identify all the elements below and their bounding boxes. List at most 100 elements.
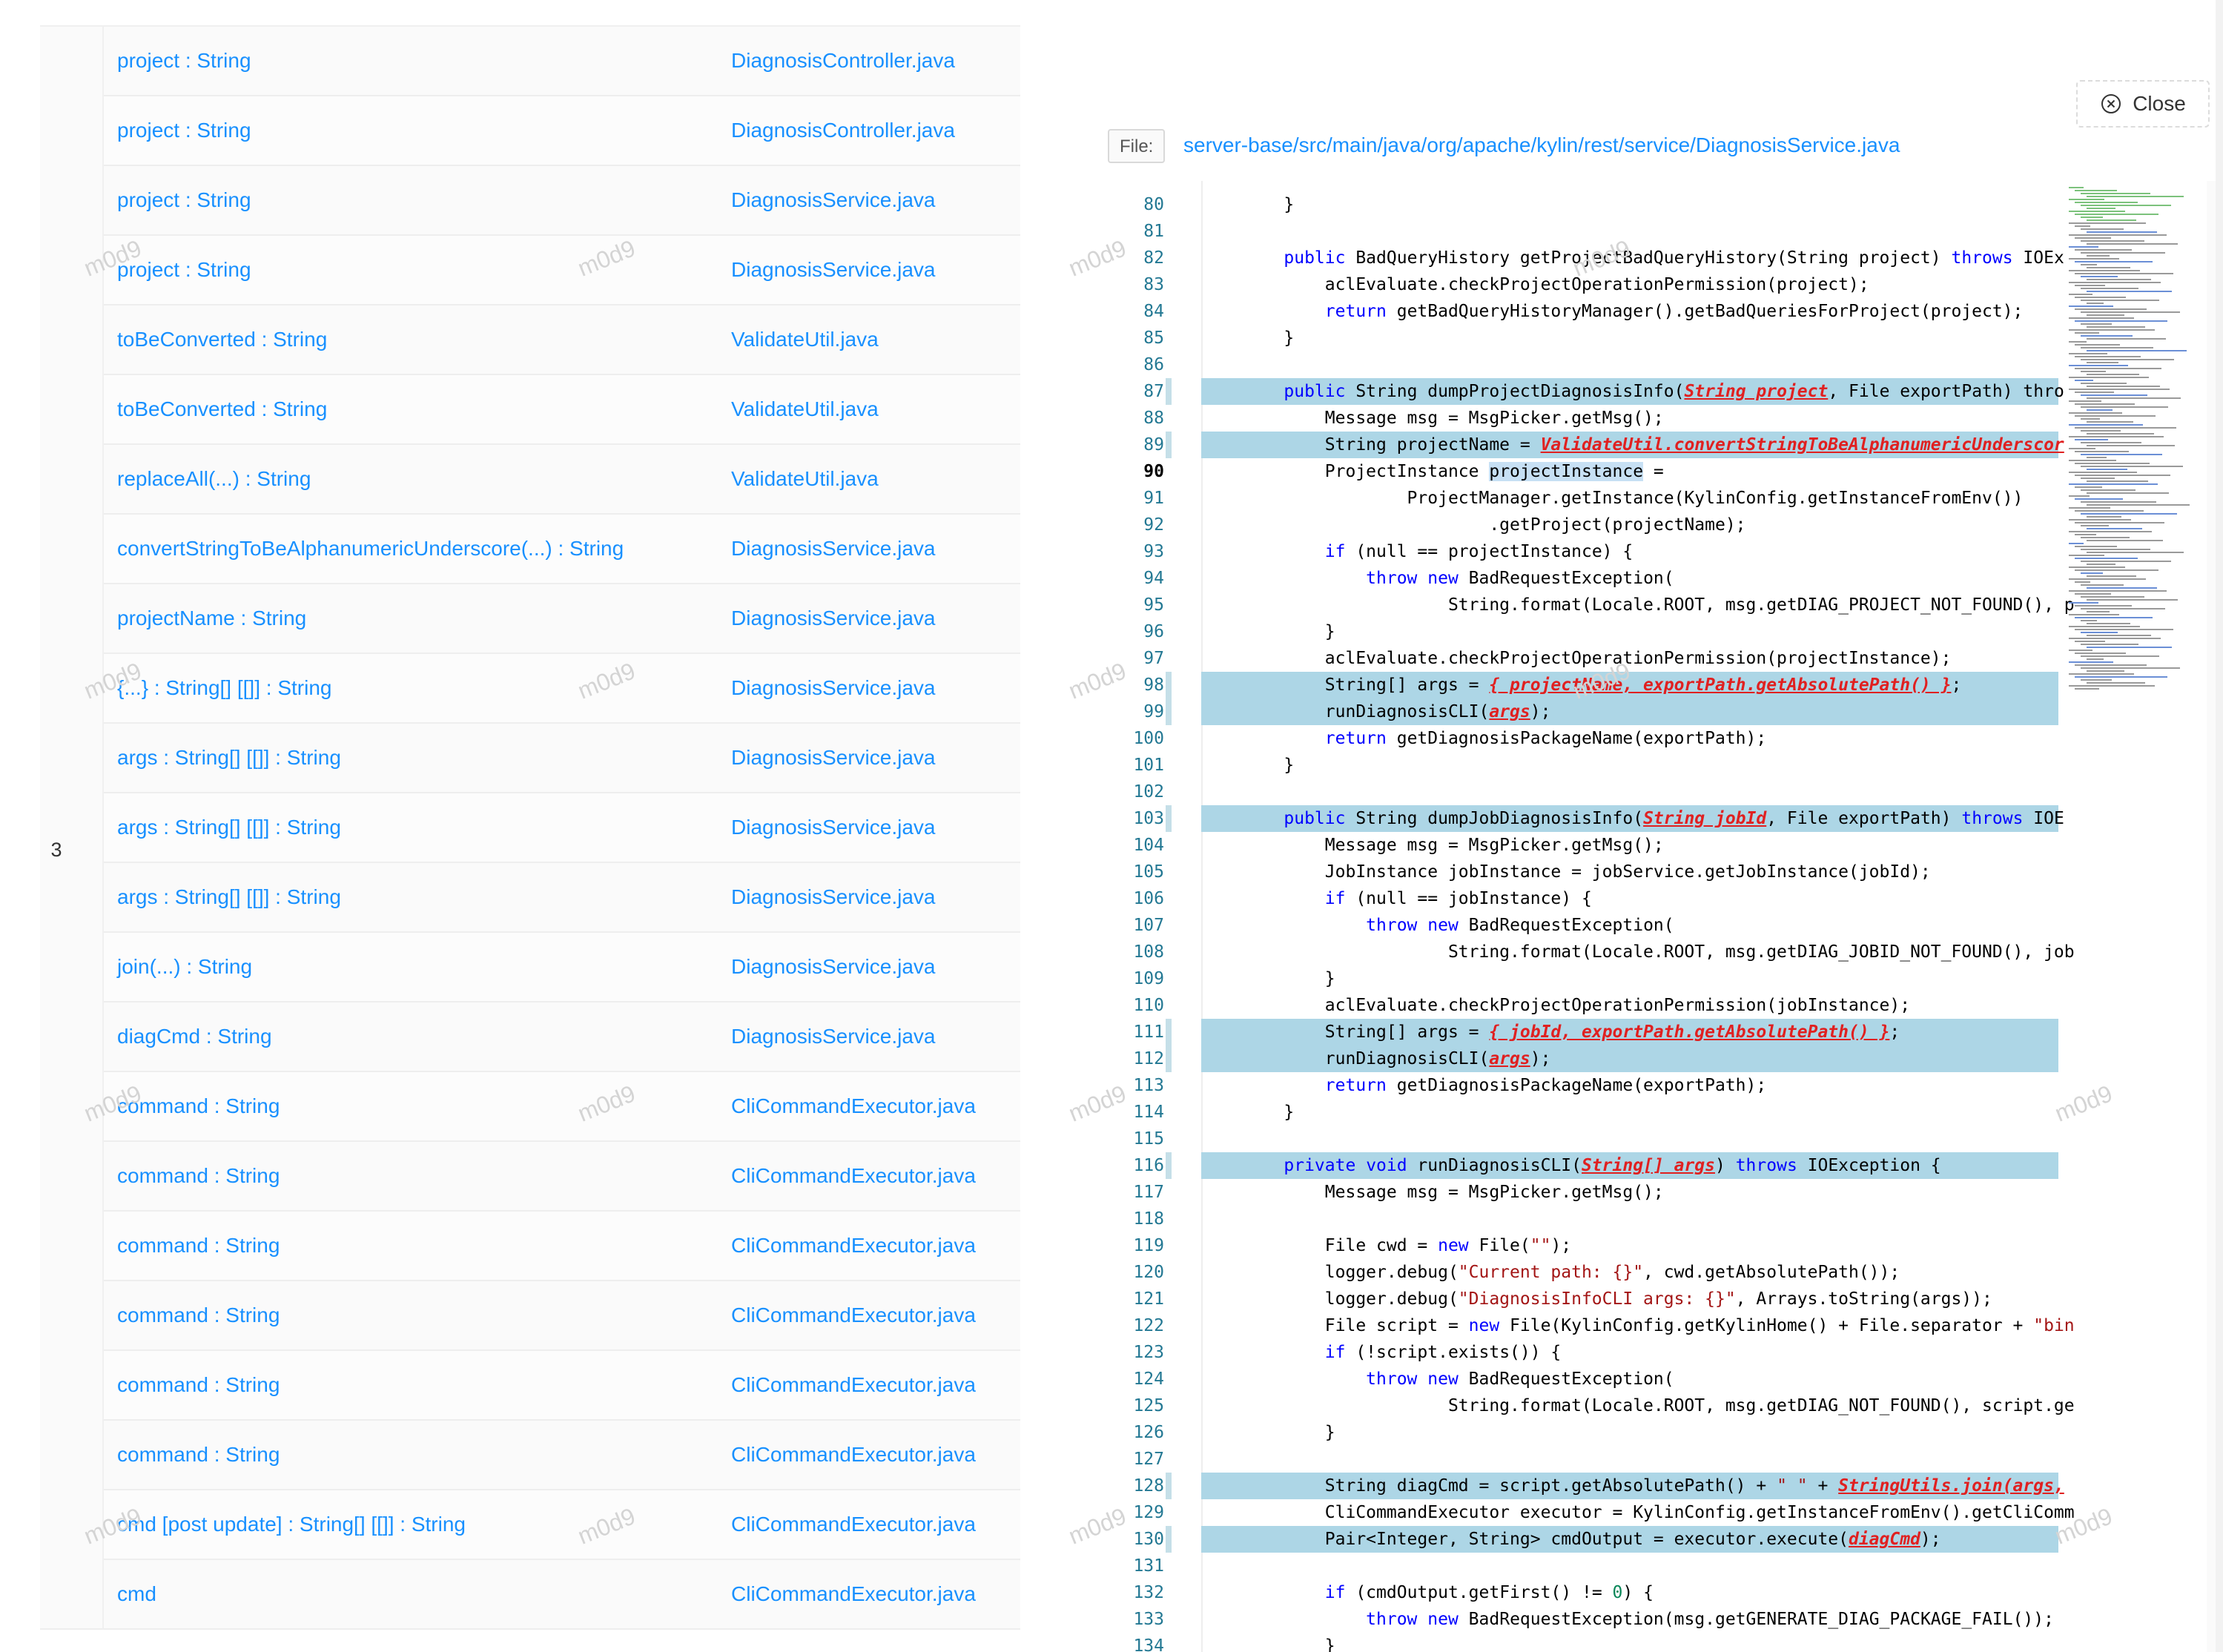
minimap-line xyxy=(2069,317,2134,319)
minimap-line xyxy=(2081,466,2183,467)
path-step-file-link[interactable]: CliCommandExecutor.java xyxy=(731,1351,976,1419)
path-step-variable-link[interactable]: project : String xyxy=(117,166,251,234)
path-step-variable-link[interactable]: project : String xyxy=(117,236,251,304)
minimap-line xyxy=(2081,288,2138,289)
code-text: Message msg = MsgPicker.getMsg(); xyxy=(1243,409,1664,428)
code-text: logger.debug("DiagnosisInfoCLI args: {}"… xyxy=(1243,1289,1992,1309)
path-step-file-link[interactable]: DiagnosisService.java xyxy=(731,654,935,722)
table-row: diagCmd : String DiagnosisService.java xyxy=(104,1002,1020,1072)
path-step-file-link[interactable]: ValidateUtil.java xyxy=(731,445,879,513)
editor-scrollbar[interactable] xyxy=(2207,181,2216,1652)
path-step-variable-link[interactable]: command : String xyxy=(117,1281,280,1349)
path-step-file-link[interactable]: DiagnosisService.java xyxy=(731,515,935,583)
minimap-line xyxy=(2081,679,2112,681)
code-line: 83 aclEvaluate.checkProjectOperationPerm… xyxy=(1108,271,2058,298)
minimap-line xyxy=(2069,305,2113,307)
minimap-line xyxy=(2087,219,2136,221)
path-step-variable-link[interactable]: args : String[] [[]] : String xyxy=(117,724,341,792)
path-step-file-link[interactable]: DiagnosisService.java xyxy=(731,724,935,792)
minimap-line xyxy=(2081,513,2177,515)
code-line: 115 xyxy=(1108,1126,2058,1152)
path-step-variable-link[interactable]: cmd xyxy=(117,1560,156,1628)
path-step-variable-link[interactable]: command : String xyxy=(117,1212,280,1280)
minimap-line xyxy=(2081,193,2150,194)
path-step-file-link[interactable]: CliCommandExecutor.java xyxy=(731,1212,976,1280)
path-step-file-link[interactable]: DiagnosisService.java xyxy=(731,236,935,304)
minimap-line xyxy=(2075,380,2093,381)
code-text: } xyxy=(1243,969,1335,988)
path-step-file-link[interactable]: CliCommandExecutor.java xyxy=(731,1560,976,1628)
path-step-file-link[interactable]: DiagnosisController.java xyxy=(731,96,955,165)
minimap-line xyxy=(2069,531,2152,532)
path-step-variable-link[interactable]: toBeConverted : String xyxy=(117,305,327,374)
minimap-line xyxy=(2081,276,2118,277)
path-step-variable-link[interactable]: replaceAll(...) : String xyxy=(117,445,311,513)
code-line: 123 if (!script.exists()) { xyxy=(1108,1339,2058,1366)
dataflow-line-marker xyxy=(1166,1045,1172,1072)
minimap-line xyxy=(2087,611,2110,612)
path-step-file-link[interactable]: DiagnosisService.java xyxy=(731,863,935,931)
line-number: 93 xyxy=(1143,542,1164,561)
path-step-variable-link[interactable]: diagCmd : String xyxy=(117,1002,272,1071)
line-number: 84 xyxy=(1143,302,1164,321)
line-number: 95 xyxy=(1143,595,1164,615)
minimap-line xyxy=(2087,575,2136,577)
path-step-variable-link[interactable]: command : String xyxy=(117,1421,280,1489)
path-step-variable-link[interactable]: args : String[] [[]] : String xyxy=(117,863,341,931)
path-step-file-link[interactable]: DiagnosisService.java xyxy=(731,793,935,862)
path-step-file-link[interactable]: DiagnosisService.java xyxy=(731,933,935,1001)
minimap-line xyxy=(2069,294,2092,295)
path-step-variable-link[interactable]: command : String xyxy=(117,1351,280,1419)
code-text: Pair<Integer, String> cmdOutput = execut… xyxy=(1243,1530,1941,1549)
path-step-variable-link[interactable]: toBeConverted : String xyxy=(117,375,327,443)
minimap-line xyxy=(2075,641,2105,642)
page-scroll-edge xyxy=(2216,0,2223,1652)
code-text: Message msg = MsgPicker.getMsg(); xyxy=(1243,836,1664,855)
path-step-variable-link[interactable]: cmd [post update] : String[] [[]] : Stri… xyxy=(117,1490,466,1559)
path-step-file-link[interactable]: CliCommandExecutor.java xyxy=(731,1072,976,1140)
code-text: return getDiagnosisPackageName(exportPat… xyxy=(1324,729,1767,748)
path-step-file-link[interactable]: ValidateUtil.java xyxy=(731,375,879,443)
path-step-variable-link[interactable]: projectName : String xyxy=(117,584,306,652)
path-step-file-link[interactable]: DiagnosisService.java xyxy=(731,166,935,234)
path-step-variable-link[interactable]: {...} : String[] [[]] : String xyxy=(117,654,331,722)
minimap-line xyxy=(2081,644,2138,645)
line-number: 121 xyxy=(1133,1289,1164,1309)
minimap-line xyxy=(2087,326,2145,328)
code-text: } xyxy=(1243,1636,1335,1652)
close-circle-icon xyxy=(2101,94,2121,113)
line-number: 116 xyxy=(1133,1156,1164,1175)
path-step-file-link[interactable]: CliCommandExecutor.java xyxy=(731,1490,976,1559)
path-step-variable-link[interactable]: command : String xyxy=(117,1072,280,1140)
line-number: 112 xyxy=(1133,1049,1164,1068)
path-step-file-link[interactable]: CliCommandExecutor.java xyxy=(731,1421,976,1489)
path-step-variable-link[interactable]: join(...) : String xyxy=(117,933,252,1001)
code-line: 90 ProjectInstance projectInstance = xyxy=(1108,458,2058,485)
minimap-line xyxy=(2081,300,2159,301)
path-step-variable-link[interactable]: args : String[] [[]] : String xyxy=(117,793,341,862)
code-line: 111 String[] args = { jobId, exportPath.… xyxy=(1108,1019,2058,1045)
path-step-variable-link[interactable]: project : String xyxy=(117,27,251,95)
code-text: if (null == projectInstance) { xyxy=(1324,542,1634,561)
code-minimap[interactable] xyxy=(2063,181,2207,744)
minimap-line xyxy=(2069,400,2101,402)
file-path-link[interactable]: server-base/src/main/java/org/apache/kyl… xyxy=(1183,133,1900,157)
path-step-variable-link[interactable]: project : String xyxy=(117,96,251,165)
path-step-file-link[interactable]: DiagnosisController.java xyxy=(731,27,955,95)
code-editor[interactable]: 80 } 81 82 public BadQueryHistory getProje… xyxy=(1108,181,2216,1652)
minimap-line xyxy=(2075,510,2144,512)
path-step-file-link[interactable]: CliCommandExecutor.java xyxy=(731,1142,976,1210)
table-row: command : String CliCommandExecutor.java xyxy=(104,1351,1020,1421)
path-step-variable-link[interactable]: convertStringToBeAlphanumericUnderscore(… xyxy=(117,515,624,583)
code-line: 114 } xyxy=(1108,1099,2058,1126)
line-number: 90 xyxy=(1143,462,1164,481)
line-number: 105 xyxy=(1133,862,1164,882)
code-text: throw new BadRequestException( xyxy=(1366,569,1674,588)
minimap-line xyxy=(2081,347,2153,348)
close-button[interactable]: Close xyxy=(2076,80,2210,128)
path-step-file-link[interactable]: ValidateUtil.java xyxy=(731,305,879,374)
path-step-file-link[interactable]: CliCommandExecutor.java xyxy=(731,1281,976,1349)
path-step-variable-link[interactable]: command : String xyxy=(117,1142,280,1210)
path-step-file-link[interactable]: DiagnosisService.java xyxy=(731,1002,935,1071)
path-step-file-link[interactable]: DiagnosisService.java xyxy=(731,584,935,652)
